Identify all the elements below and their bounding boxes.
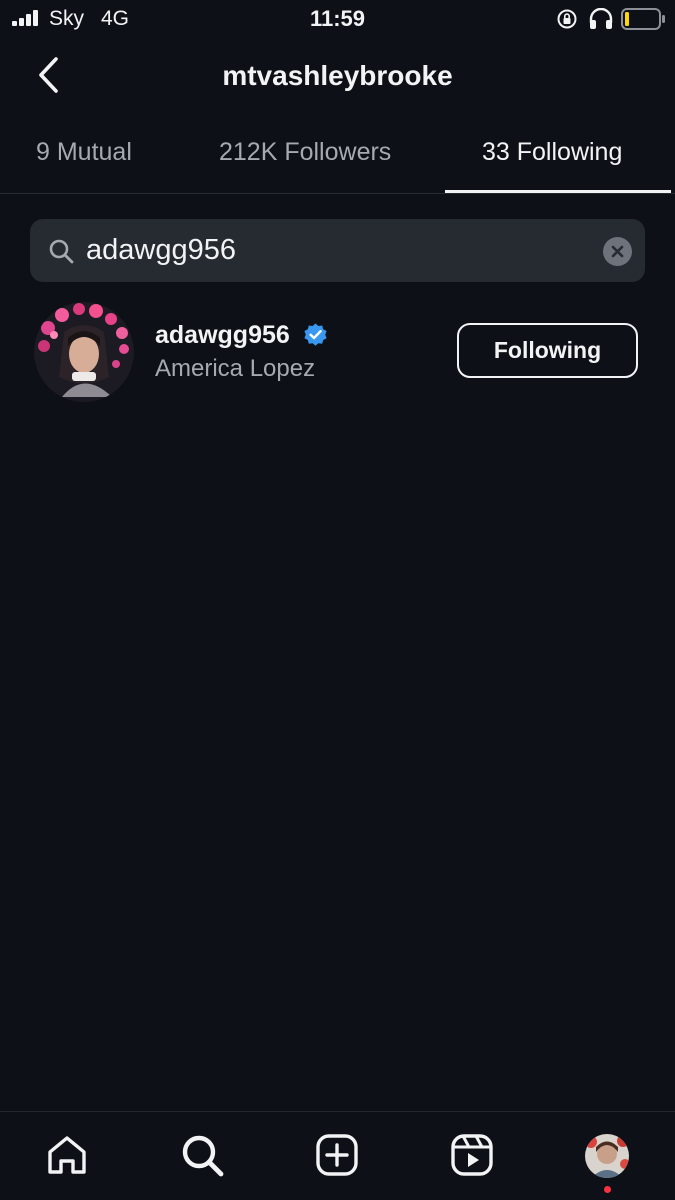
tab-following[interactable]: 33 Following <box>482 138 622 167</box>
clear-icon[interactable] <box>603 237 632 266</box>
home-icon[interactable] <box>45 1133 89 1177</box>
search-nav-icon[interactable] <box>180 1133 224 1177</box>
create-icon[interactable] <box>315 1133 359 1177</box>
result-full-name: America Lopez <box>155 355 316 382</box>
battery-low-icon <box>621 8 665 30</box>
bottom-nav-divider <box>0 1111 675 1112</box>
profile-avatar-image <box>585 1134 629 1178</box>
following-button[interactable]: Following <box>457 323 638 378</box>
tab-followers[interactable]: 212K Followers <box>219 138 391 167</box>
tab-mutual[interactable]: 9 Mutual <box>36 138 132 167</box>
headphones-icon <box>589 8 613 29</box>
avatar[interactable] <box>34 302 134 402</box>
profile-avatar[interactable] <box>585 1134 629 1178</box>
status-bar: Sky 4G 11:59 <box>0 0 675 40</box>
notification-dot <box>604 1186 611 1193</box>
page-title: mtvashleybrooke <box>222 60 453 91</box>
result-username[interactable]: adawgg956 <box>155 321 290 350</box>
reels-icon[interactable] <box>450 1133 494 1177</box>
verified-badge-icon <box>304 323 327 346</box>
avatar-image <box>34 302 134 402</box>
active-tab-indicator <box>445 190 671 193</box>
rotation-lock-icon <box>557 9 577 29</box>
tab-divider <box>0 193 675 194</box>
search-icon <box>49 239 74 264</box>
search-input[interactable] <box>86 230 586 270</box>
